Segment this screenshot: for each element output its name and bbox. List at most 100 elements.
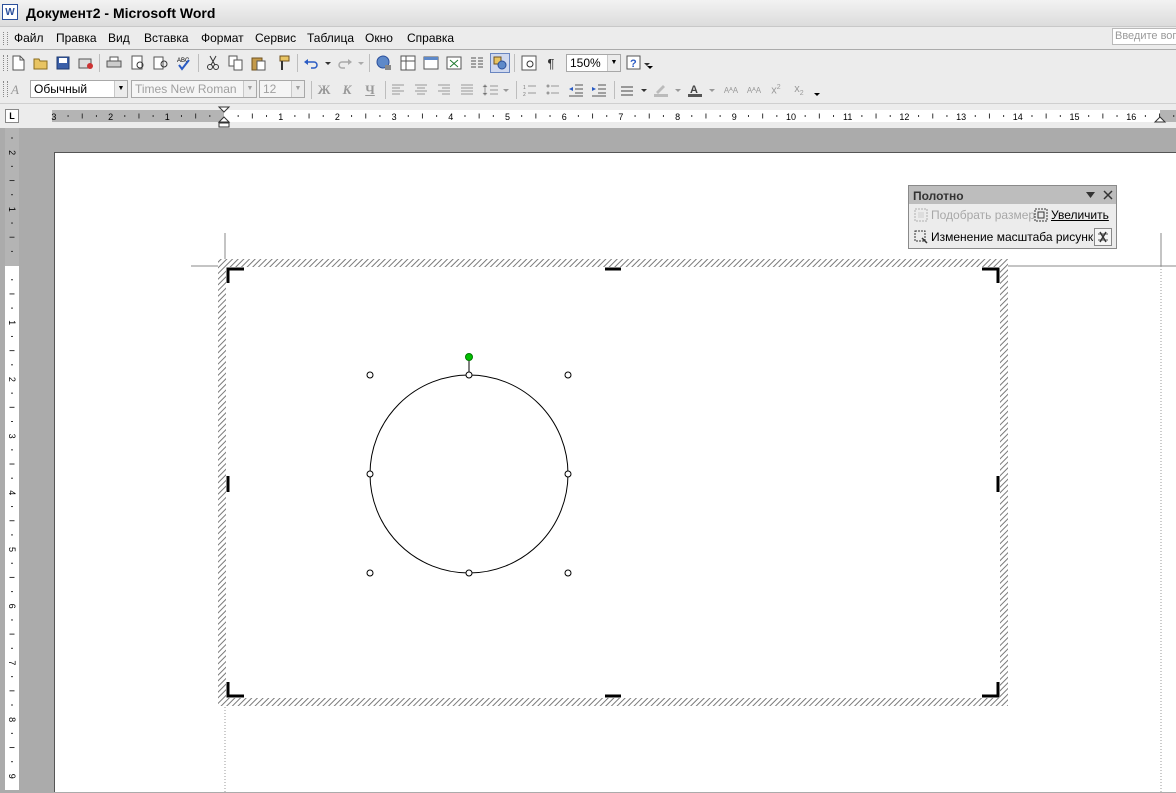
menu-edit[interactable]: Правка <box>56 31 97 45</box>
tables-borders-icon[interactable] <box>398 53 418 73</box>
paste-icon[interactable] <box>249 53 269 73</box>
copy-icon[interactable] <box>226 53 246 73</box>
align-left-icon[interactable] <box>388 80 408 100</box>
ruler-number: 14 <box>1013 112 1023 122</box>
borders-icon[interactable] <box>618 80 650 100</box>
chevron-down-icon: ▼ <box>607 55 620 71</box>
open-icon[interactable] <box>31 53 51 73</box>
ruler-number: 9 <box>7 774 17 779</box>
styles-pane-icon[interactable]: A <box>8 79 28 99</box>
fit-icon <box>914 208 928 222</box>
grow-font-icon[interactable]: AᴬA <box>720 80 742 100</box>
scale-drawing-label: Изменение масштаба рисунка <box>931 230 1101 244</box>
svg-text:2: 2 <box>523 92 526 97</box>
window-title: Документ2 - Microsoft Word <box>26 5 216 21</box>
redo-icon[interactable] <box>335 53 365 73</box>
spelling-icon[interactable]: ABC <box>174 53 194 73</box>
menu-grip[interactable] <box>3 32 8 45</box>
superscript-icon[interactable]: x2 <box>766 80 786 100</box>
style-dropdown[interactable]: Обычный ▼ <box>30 80 128 98</box>
new-icon[interactable] <box>8 53 28 73</box>
separator <box>198 54 199 72</box>
text-wrapping-button[interactable] <box>1094 228 1112 246</box>
expand-icon <box>1034 208 1048 222</box>
menu-help[interactable]: Справка <box>407 31 454 45</box>
close-icon[interactable] <box>1103 190 1113 200</box>
ruler-number: 12 <box>899 112 909 122</box>
justify-icon[interactable] <box>457 80 477 100</box>
print-icon[interactable] <box>104 53 124 73</box>
menu-bar: Файл Правка Вид Вставка Формат Сервис Та… <box>0 27 1176 49</box>
toolbar-options-icon[interactable] <box>1086 192 1096 199</box>
undo-icon[interactable] <box>302 53 332 73</box>
canvas-toolbar[interactable]: Полотно Подобрать размер Увеличить Измен… <box>908 185 1117 249</box>
style-value: Обычный <box>34 82 88 96</box>
font-color-icon[interactable]: A <box>686 80 718 100</box>
separator <box>514 54 515 72</box>
toolbar-options-icon[interactable] <box>811 83 823 103</box>
expand-drawing-button[interactable]: Увеличить <box>1034 208 1109 222</box>
svg-text:A: A <box>10 82 19 97</box>
cut-icon[interactable] <box>203 53 223 73</box>
research-icon[interactable] <box>151 53 171 73</box>
print-preview-icon[interactable] <box>128 53 148 73</box>
zoom-dropdown[interactable]: 150% ▼ <box>566 54 621 72</box>
menu-insert[interactable]: Вставка <box>144 31 189 45</box>
ruler-number: 7 <box>7 660 17 665</box>
separator <box>297 54 298 72</box>
menu-file[interactable]: Файл <box>14 31 44 45</box>
font-size-dropdown[interactable]: 12 ▼ <box>259 80 305 98</box>
insert-excel-icon[interactable] <box>444 53 464 73</box>
numbering-icon[interactable]: 12 <box>520 80 540 100</box>
menu-window[interactable]: Окно <box>365 31 393 45</box>
columns-icon[interactable] <box>467 53 487 73</box>
menu-tools[interactable]: Сервис <box>255 31 296 45</box>
ruler-number: 11 <box>843 112 852 122</box>
save-icon[interactable] <box>53 53 73 73</box>
toolbar-options-icon[interactable] <box>644 56 656 76</box>
help-question-input[interactable]: Введите вопрос <box>1112 28 1176 45</box>
menu-format[interactable]: Формат <box>201 31 244 45</box>
italic-button[interactable]: К <box>337 80 357 100</box>
subscript-icon[interactable]: x2 <box>789 80 809 100</box>
drawing-icon[interactable] <box>490 53 510 73</box>
rotation-handle <box>465 353 473 361</box>
menu-table[interactable]: Таблица <box>307 31 354 45</box>
bullets-icon[interactable] <box>543 80 563 100</box>
fit-drawing-label: Подобрать размер <box>931 208 1036 222</box>
separator <box>99 54 100 72</box>
document-map-icon[interactable] <box>519 53 539 73</box>
format-painter-icon[interactable] <box>272 53 292 73</box>
scale-drawing-button[interactable]: Изменение масштаба рисунка <box>914 230 1100 244</box>
increase-indent-icon[interactable] <box>589 80 609 100</box>
decrease-indent-icon[interactable] <box>566 80 586 100</box>
canvas-toolbar-titlebar[interactable]: Полотно <box>909 186 1116 204</box>
ruler-number: 1 <box>165 112 170 122</box>
bold-button[interactable]: Ж <box>314 80 334 100</box>
vertical-ruler[interactable]: 2 1 1 2 3 4 5 6 7 8 9 <box>0 128 24 790</box>
horizontal-ruler[interactable]: L 3 2 1 1 2 3 4 5 6 7 8 9 10 11 12 13 14 15 16 <box>0 104 1176 128</box>
font-dropdown[interactable]: Times New Roman ▼ <box>131 80 257 98</box>
align-center-icon[interactable] <box>411 80 431 100</box>
ruler-number: 4 <box>448 112 453 122</box>
show-hide-icon[interactable]: ¶ <box>541 53 561 73</box>
svg-text:?: ? <box>630 58 637 70</box>
line-spacing-icon[interactable] <box>480 80 512 100</box>
drawing-canvas <box>226 267 1000 698</box>
underline-button[interactable]: Ч <box>360 80 380 100</box>
permission-icon[interactable] <box>76 53 96 73</box>
chevron-down-icon: ▼ <box>243 81 256 97</box>
insert-table-icon[interactable] <box>421 53 441 73</box>
ruler-number: 3 <box>7 434 17 439</box>
hyperlink-icon[interactable] <box>374 53 394 73</box>
word-app-icon[interactable]: W <box>2 4 18 20</box>
canvas-toolbar-title: Полотно <box>913 189 964 203</box>
align-right-icon[interactable] <box>434 80 454 100</box>
ruler-number: 1 <box>7 320 17 325</box>
fit-drawing-button[interactable]: Подобрать размер <box>914 208 1035 222</box>
shrink-font-icon[interactable]: AᴬA <box>743 80 765 100</box>
highlight-icon[interactable] <box>652 80 684 100</box>
ruler-number: 3 <box>51 112 56 122</box>
menu-view[interactable]: Вид <box>108 31 130 45</box>
ruler-number: 2 <box>108 112 113 122</box>
